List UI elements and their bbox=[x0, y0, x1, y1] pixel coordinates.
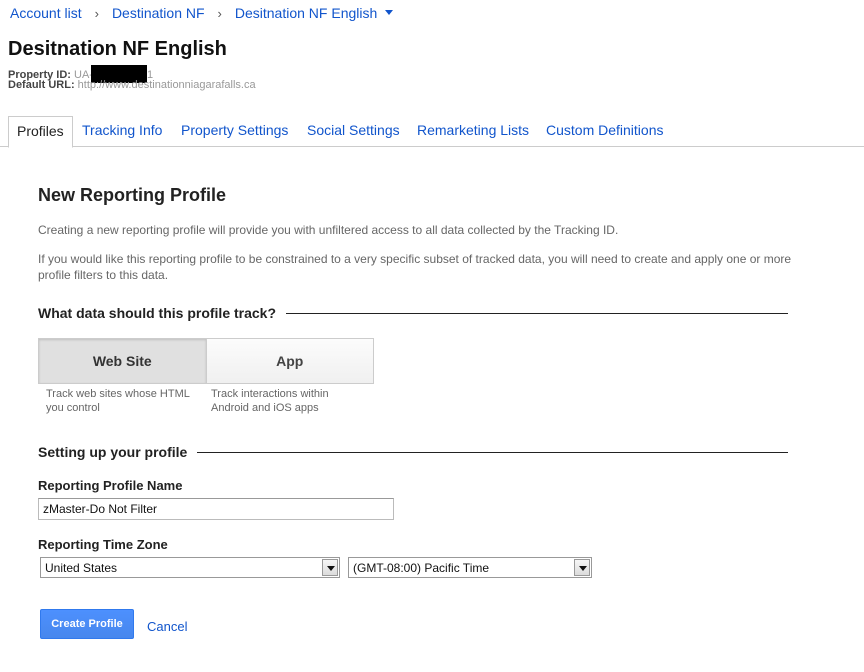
breadcrumb-property[interactable]: Desitnation NF English bbox=[235, 5, 377, 21]
filter-note-text: If you would like this reporting profile… bbox=[38, 252, 792, 282]
dropdown-arrow-icon[interactable] bbox=[574, 559, 590, 576]
country-select-value: United States bbox=[45, 561, 118, 575]
tab-remarketing-lists[interactable]: Remarketing Lists bbox=[417, 116, 529, 145]
default-url-value: http://www.destinationniagarafalls.ca bbox=[77, 79, 256, 91]
breadcrumb-account[interactable]: Destination NF bbox=[112, 5, 205, 21]
cancel-link[interactable]: Cancel bbox=[147, 619, 187, 634]
tab-property-settings[interactable]: Property Settings bbox=[181, 116, 288, 145]
property-title: Desitnation NF English bbox=[8, 38, 227, 60]
app-option-button[interactable]: App bbox=[206, 339, 373, 383]
divider bbox=[197, 451, 788, 453]
country-select[interactable]: United States bbox=[40, 557, 340, 578]
website-option-button[interactable]: Web Site bbox=[39, 339, 207, 383]
default-url: Default URL: http://www.destinationniaga… bbox=[8, 79, 256, 91]
profile-name-label: Reporting Profile Name bbox=[38, 478, 183, 493]
setup-heading-text: Setting up your profile bbox=[38, 444, 188, 460]
default-url-label: Default URL: bbox=[8, 79, 75, 91]
tab-profiles[interactable]: Profiles bbox=[8, 116, 73, 148]
setup-section-heading: Setting up your profile bbox=[38, 444, 788, 460]
time-zone-select[interactable]: (GMT-08:00) Pacific Time bbox=[348, 557, 592, 578]
time-zone-label: Reporting Time Zone bbox=[38, 537, 168, 552]
tab-tracking-info[interactable]: Tracking Info bbox=[82, 116, 162, 145]
caret-down-icon[interactable] bbox=[385, 9, 394, 15]
website-option-description: Track web sites whose HTML you control bbox=[46, 388, 190, 414]
chevron-right-icon: › bbox=[217, 5, 222, 21]
time-zone-select-value: (GMT-08:00) Pacific Time bbox=[353, 561, 490, 575]
create-profile-button[interactable]: Create Profile bbox=[40, 609, 134, 639]
track-heading-text: What data should this profile track? bbox=[38, 305, 277, 321]
dropdown-arrow-icon[interactable] bbox=[322, 559, 338, 576]
tab-bar: Profiles Tracking Info Property Settings… bbox=[0, 116, 864, 148]
app-option-description: Track interactions within Android and iO… bbox=[211, 388, 329, 414]
breadcrumb-account-list[interactable]: Account list bbox=[10, 5, 82, 21]
profile-type-selector: Web Site App bbox=[38, 338, 374, 384]
section-title: New Reporting Profile bbox=[38, 185, 227, 205]
divider bbox=[286, 312, 788, 314]
profile-name-input[interactable] bbox=[38, 498, 394, 520]
tab-social-settings[interactable]: Social Settings bbox=[307, 116, 400, 145]
intro-text: Creating a new reporting profile will pr… bbox=[38, 223, 619, 237]
tab-custom-definitions[interactable]: Custom Definitions bbox=[546, 116, 664, 145]
chevron-right-icon: › bbox=[94, 5, 99, 21]
track-section-heading: What data should this profile track? bbox=[38, 305, 788, 321]
breadcrumb: Account list › Destination NF › Desitnat… bbox=[10, 5, 394, 21]
